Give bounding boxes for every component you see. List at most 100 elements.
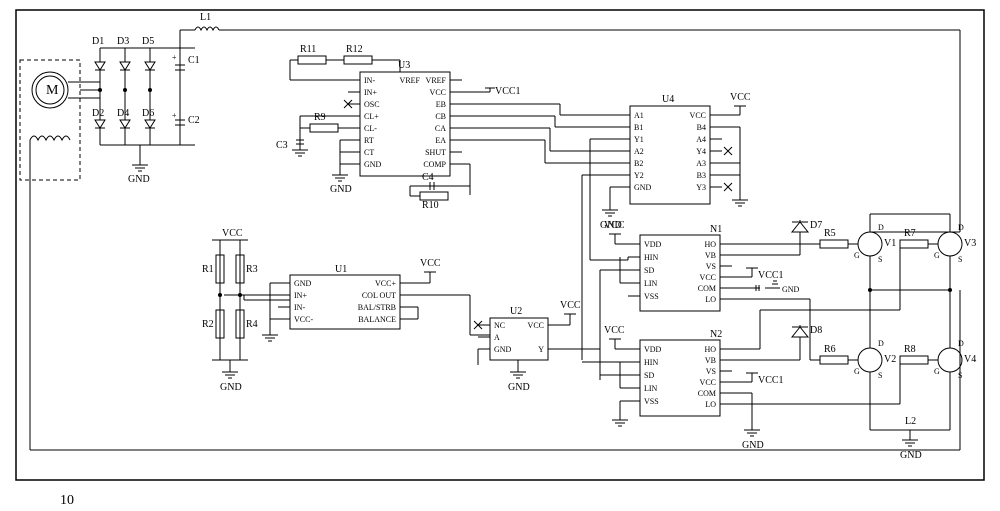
u4-ref: U4 — [662, 94, 674, 105]
svg-text:VB: VB — [705, 251, 716, 260]
r8-label: R8 — [904, 344, 916, 355]
svg-text:LO: LO — [705, 295, 716, 304]
r3-label: R3 — [246, 264, 258, 275]
r11-label: R11 — [300, 44, 316, 55]
u2-vcc: VCC — [560, 300, 581, 311]
r7-label: R7 — [904, 228, 916, 239]
driver-n1: N1 VDD HIN SD LIN VSS HO VB VS VCC COM L… — [590, 220, 822, 360]
rect-gnd: GND — [128, 174, 150, 185]
svg-text:B2: B2 — [634, 159, 643, 168]
r10-label: R10 — [422, 200, 439, 211]
r9-label: R9 — [314, 112, 326, 123]
svg-text:G: G — [934, 367, 940, 376]
inductor-l1: L1 — [180, 12, 960, 48]
svg-text:CL-: CL- — [364, 124, 377, 133]
svg-text:Y4: Y4 — [696, 147, 706, 156]
svg-text:A4: A4 — [696, 135, 706, 144]
svg-text:G: G — [854, 367, 860, 376]
svg-text:GND: GND — [900, 450, 922, 461]
svg-text:D: D — [958, 339, 964, 348]
svg-text:D: D — [878, 223, 884, 232]
r4-label: R4 — [246, 319, 258, 330]
r6-label: R6 — [824, 344, 836, 355]
svg-text:SHUT: SHUT — [425, 148, 446, 157]
svg-text:HO: HO — [704, 345, 716, 354]
svg-text:EA: EA — [435, 136, 446, 145]
svg-text:OSC: OSC — [364, 100, 380, 109]
r5-label: R5 — [824, 228, 836, 239]
svg-text:B1: B1 — [634, 123, 643, 132]
d8-label: D8 — [810, 325, 822, 336]
svg-text:GND: GND — [782, 285, 800, 294]
svg-text:BAL/STRB: BAL/STRB — [358, 303, 396, 312]
svg-text:S: S — [878, 371, 882, 380]
svg-text:CL+: CL+ — [364, 112, 379, 121]
svg-text:Y2: Y2 — [634, 171, 644, 180]
pwm-u3: U3 IN- IN+ OSC CL+ CL- RT CT GND VREF VR… — [276, 44, 560, 211]
svg-text:CB: CB — [435, 112, 446, 121]
svg-text:VB: VB — [705, 356, 716, 365]
svg-text:CT: CT — [364, 148, 374, 157]
n1-vcc1: VCC1 — [758, 270, 784, 281]
d2-label: D2 — [92, 108, 104, 119]
svg-text:B4: B4 — [697, 123, 706, 132]
svg-text:VCC: VCC — [430, 88, 446, 97]
svg-text:EB: EB — [436, 100, 446, 109]
v1-label: V1 — [884, 238, 896, 249]
svg-text:SD: SD — [644, 371, 654, 380]
d7-label: D7 — [810, 220, 822, 231]
svg-text:VSS: VSS — [644, 292, 659, 301]
l1-label: L1 — [200, 12, 211, 23]
u1-ref: U1 — [335, 264, 347, 275]
svg-text:+: + — [172, 53, 177, 62]
svg-text:Y1: Y1 — [634, 135, 644, 144]
d3-label: D3 — [117, 36, 129, 47]
c4-label: C4 — [422, 172, 434, 183]
svg-text:NC: NC — [494, 321, 505, 330]
d5-label: D5 — [142, 36, 154, 47]
svg-text:HO: HO — [704, 240, 716, 249]
r12-label: R12 — [346, 44, 363, 55]
svg-text:GND: GND — [634, 183, 652, 192]
svg-text:VS: VS — [706, 262, 716, 271]
n1-ref: N1 — [710, 224, 722, 235]
svg-text:S: S — [878, 255, 882, 264]
schematic-frame — [16, 10, 984, 480]
svg-text:HIN: HIN — [644, 358, 658, 367]
svg-text:VCC+: VCC+ — [375, 279, 396, 288]
svg-text:VCC: VCC — [528, 321, 544, 330]
u2-gnd: GND — [508, 382, 530, 393]
svg-text:VCC: VCC — [690, 111, 706, 120]
svg-text:LIN: LIN — [644, 384, 658, 393]
svg-text:COMP: COMP — [423, 160, 446, 169]
svg-text:CA: CA — [435, 124, 446, 133]
c2-label: C2 — [188, 115, 200, 126]
u2-ref: U2 — [510, 306, 522, 317]
d4-label: D4 — [117, 108, 129, 119]
c1-label: C1 — [188, 55, 200, 66]
svg-text:GND: GND — [364, 160, 382, 169]
svg-text:VDD: VDD — [644, 240, 662, 249]
svg-text:D: D — [958, 223, 964, 232]
svg-text:COM: COM — [698, 284, 716, 293]
svg-text:SD: SD — [644, 266, 654, 275]
svg-text:A: A — [494, 333, 500, 342]
svg-text:LO: LO — [705, 400, 716, 409]
figure-number: 10 — [60, 493, 74, 508]
svg-text:GND: GND — [742, 440, 764, 451]
svg-text:VCC: VCC — [700, 378, 716, 387]
svg-text:G: G — [854, 251, 860, 260]
comparator-u1: VCC R1 R3 R2 R4 GND U1 GND IN+ IN- VCC- … — [202, 228, 490, 393]
svg-text:A2: A2 — [634, 147, 644, 156]
svg-text:VREF: VREF — [426, 76, 447, 85]
u1-div-vcc: VCC — [222, 228, 243, 239]
svg-text:GND: GND — [494, 345, 512, 354]
svg-text:IN-: IN- — [294, 303, 305, 312]
l2-label: L2 — [905, 416, 916, 427]
svg-text:RT: RT — [364, 136, 374, 145]
v3-label: V3 — [964, 238, 976, 249]
v4-label: V4 — [964, 354, 976, 365]
svg-text:IN+: IN+ — [364, 88, 377, 97]
svg-text:VCC: VCC — [700, 273, 716, 282]
svg-text:+: + — [172, 111, 177, 120]
